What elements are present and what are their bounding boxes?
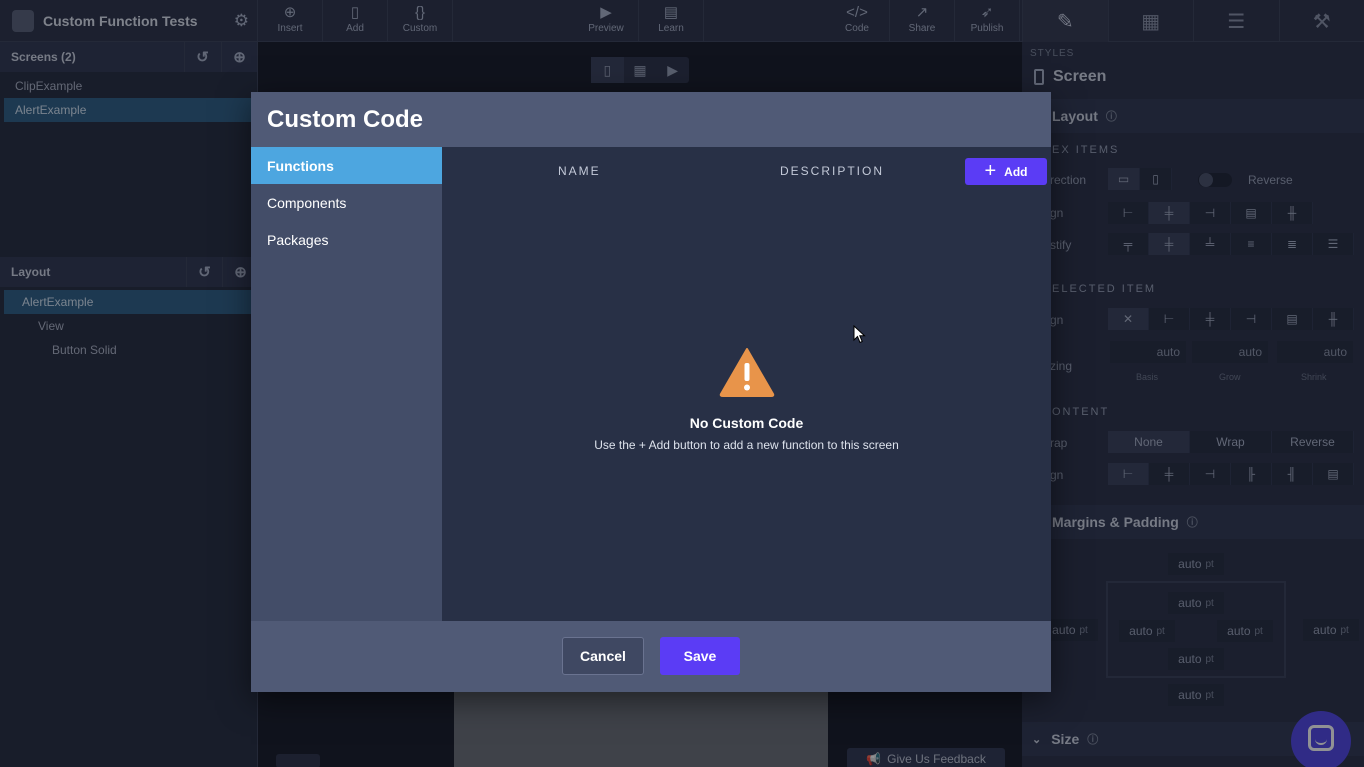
- empty-state-description: Use the + Add button to add a new functi…: [594, 438, 899, 452]
- modal-footer: Cancel Save: [251, 621, 1051, 692]
- mouse-cursor-icon: [853, 325, 866, 344]
- column-header-description: DESCRIPTION: [780, 164, 885, 178]
- custom-code-modal: Custom Code Functions Components Package…: [251, 92, 1051, 692]
- plus-icon: +: [984, 159, 997, 182]
- tab-functions[interactable]: Functions: [251, 147, 442, 184]
- cancel-button[interactable]: Cancel: [562, 637, 644, 675]
- modal-title: Custom Code: [267, 105, 423, 133]
- add-button-label: Add: [1004, 164, 1028, 179]
- tab-components[interactable]: Components: [251, 184, 442, 221]
- column-header-name: NAME: [558, 164, 601, 178]
- add-function-button[interactable]: + Add: [965, 158, 1047, 185]
- save-button[interactable]: Save: [660, 637, 740, 675]
- modal-sidebar: Functions Components Packages: [251, 147, 442, 621]
- modal-header: Custom Code: [251, 92, 1051, 147]
- empty-state-title: No Custom Code: [689, 415, 804, 431]
- tab-packages[interactable]: Packages: [251, 221, 442, 258]
- modal-content: NAME DESCRIPTION + Add No Custom Code Us…: [442, 147, 1051, 621]
- warning-icon: [719, 348, 775, 397]
